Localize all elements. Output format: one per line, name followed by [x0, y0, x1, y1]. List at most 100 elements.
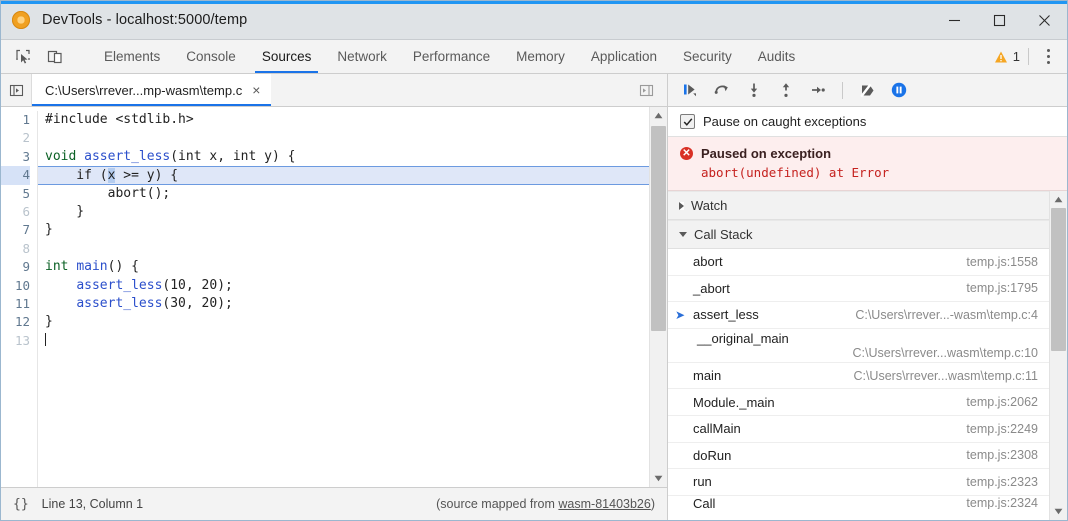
- resume-script-execution-button[interactable]: [678, 78, 702, 102]
- warning-badge[interactable]: 1: [994, 49, 1028, 64]
- code-line-13: [38, 332, 649, 350]
- section-watch-label: Watch: [691, 198, 727, 213]
- code-line-9: int main() {: [38, 258, 649, 276]
- call-stack-location: temp.js:1795: [966, 281, 1049, 295]
- tab-network[interactable]: Network: [324, 40, 400, 73]
- deactivate-breakpoints-button[interactable]: [855, 78, 879, 102]
- call-stack-function: abort: [693, 254, 723, 269]
- code-line-1: #include <stdlib.h>: [38, 111, 649, 129]
- call-stack-row-original-main[interactable]: __original_main C:\Users\rrever...wasm\t…: [668, 329, 1049, 363]
- line-number: 6: [1, 203, 30, 221]
- minimize-button[interactable]: [932, 1, 977, 39]
- scroll-down-arrow-icon[interactable]: [650, 470, 667, 487]
- chevron-right-icon: [679, 202, 684, 210]
- call-stack-location: C:\Users\rrever...wasm\temp.c:11: [853, 369, 1049, 383]
- section-call-stack[interactable]: Call Stack: [668, 220, 1049, 249]
- kebab-menu-icon[interactable]: [1035, 44, 1061, 70]
- code-line-7: }: [38, 221, 649, 239]
- code-line-3: void assert_less(int x, int y) {: [38, 148, 649, 166]
- source-map-prefix: (source mapped from: [436, 497, 558, 511]
- file-tab-bar: C:\Users\rrever...mp-wasm\temp.c ×: [1, 74, 667, 107]
- call-stack-row-call[interactable]: Call temp.js:2324: [668, 496, 1049, 509]
- debugger-scroll-thumb[interactable]: [1051, 208, 1066, 351]
- tab-security[interactable]: Security: [670, 40, 745, 73]
- line-number: 11: [1, 295, 30, 313]
- title-bar: DevTools - localhost:5000/temp: [1, 1, 1067, 40]
- show-debugger-icon[interactable]: [633, 77, 660, 104]
- inspect-tools: [1, 40, 91, 73]
- tab-sources[interactable]: Sources: [249, 40, 325, 73]
- step-into-button[interactable]: [742, 78, 766, 102]
- editor-scroll-thumb[interactable]: [651, 126, 666, 331]
- tab-console[interactable]: Console: [173, 40, 249, 73]
- call-stack-row-assert-less[interactable]: ➤ assert_less C:\Users\rrever...-wasm\te…: [668, 302, 1049, 329]
- file-tab-label: C:\Users\rrever...mp-wasm\temp.c: [45, 83, 242, 98]
- file-tab-right-area: [633, 74, 667, 106]
- call-stack-row-main[interactable]: main C:\Users\rrever...wasm\temp.c:11: [668, 363, 1049, 390]
- close-button[interactable]: [1022, 1, 1067, 39]
- tab-audits[interactable]: Audits: [745, 40, 809, 73]
- panel-tabs: Elements Console Sources Network Perform…: [91, 40, 808, 73]
- call-stack-row-callmain[interactable]: callMain temp.js:2249: [668, 416, 1049, 443]
- device-toolbar-icon[interactable]: [41, 43, 68, 70]
- debugger-scrollbar[interactable]: [1049, 191, 1067, 520]
- tab-memory[interactable]: Memory: [503, 40, 578, 73]
- main-body: C:\Users\rrever...mp-wasm\temp.c ×: [1, 74, 1067, 520]
- code-line-10: assert_less(10, 20);: [38, 277, 649, 295]
- show-navigator-icon[interactable]: [1, 74, 32, 106]
- call-stack-location: temp.js:1558: [966, 255, 1049, 269]
- code-token-cond: >= y) {: [115, 168, 178, 183]
- step-over-button[interactable]: [710, 78, 734, 102]
- call-stack-row-dorun[interactable]: doRun temp.js:2308: [668, 443, 1049, 470]
- call-stack-row-run[interactable]: run temp.js:2323: [668, 469, 1049, 496]
- step-out-button[interactable]: [774, 78, 798, 102]
- file-tab-temp-c[interactable]: C:\Users\rrever...mp-wasm\temp.c ×: [32, 74, 271, 106]
- code-token-brace: }: [45, 204, 84, 219]
- code-token-brace: }: [45, 314, 53, 329]
- devtools-window: DevTools - localhost:5000/temp: [0, 0, 1068, 521]
- section-watch[interactable]: Watch: [668, 191, 1049, 220]
- pause-on-exceptions-button[interactable]: [887, 78, 911, 102]
- current-frame-arrow-icon: ➤: [675, 309, 689, 321]
- call-stack-location: temp.js:2323: [966, 475, 1049, 489]
- tab-performance[interactable]: Performance: [400, 40, 503, 73]
- code-token-int: int: [45, 259, 68, 274]
- code-token-args: (10, 20);: [162, 278, 232, 293]
- code-lines[interactable]: #include <stdlib.h> void assert_less(int…: [37, 111, 649, 487]
- editor-scrollbar[interactable]: [649, 107, 667, 487]
- code-indent: [45, 278, 76, 293]
- maximize-button[interactable]: [977, 1, 1022, 39]
- scroll-down-arrow-icon[interactable]: [1050, 503, 1067, 520]
- code-token-brace: }: [45, 222, 53, 237]
- tab-application[interactable]: Application: [578, 40, 670, 73]
- call-stack-row-abort[interactable]: abort temp.js:1558: [668, 249, 1049, 276]
- scroll-up-arrow-icon[interactable]: [1050, 191, 1067, 208]
- scroll-up-arrow-icon[interactable]: [650, 107, 667, 124]
- code-editor[interactable]: 1 2 3 4 5 6 7 8 9 10 11 12 13: [1, 107, 667, 487]
- debugger-scroll-track[interactable]: [1050, 208, 1067, 503]
- line-number: 7: [1, 221, 30, 239]
- line-number: 12: [1, 313, 30, 331]
- tab-elements[interactable]: Elements: [91, 40, 173, 73]
- file-tab-close-icon[interactable]: ×: [250, 82, 262, 98]
- line-number: 5: [1, 185, 30, 203]
- editor-scroll-track[interactable]: [650, 124, 667, 470]
- source-map-link[interactable]: wasm-81403b26: [558, 497, 650, 511]
- sources-pane: C:\Users\rrever...mp-wasm\temp.c ×: [1, 74, 668, 520]
- code-line-12: }: [38, 313, 649, 331]
- step-button[interactable]: [806, 78, 830, 102]
- code-line-4-current: if (x >= y) {: [38, 166, 649, 184]
- pause-on-caught-exceptions-row[interactable]: Pause on caught exceptions: [668, 107, 1067, 137]
- code-token-call-assert-less: assert_less: [76, 296, 162, 311]
- call-stack-row-_abort[interactable]: _abort temp.js:1795: [668, 276, 1049, 303]
- pause-on-caught-exceptions-checkbox[interactable]: [680, 114, 695, 129]
- call-stack-location: C:\Users\rrever...wasm\temp.c:10: [853, 346, 1049, 360]
- line-number: 1: [1, 111, 30, 129]
- call-stack-row-module-main[interactable]: Module._main temp.js:2062: [668, 389, 1049, 416]
- exception-detail: abort(undefined) at Error: [701, 165, 1055, 180]
- panel-tab-strip: Elements Console Sources Network Perform…: [1, 40, 1067, 74]
- debugger-controls: [668, 74, 1067, 107]
- pretty-print-icon[interactable]: {}: [13, 497, 29, 512]
- inspect-element-icon[interactable]: [9, 43, 36, 70]
- window-controls: [932, 1, 1067, 39]
